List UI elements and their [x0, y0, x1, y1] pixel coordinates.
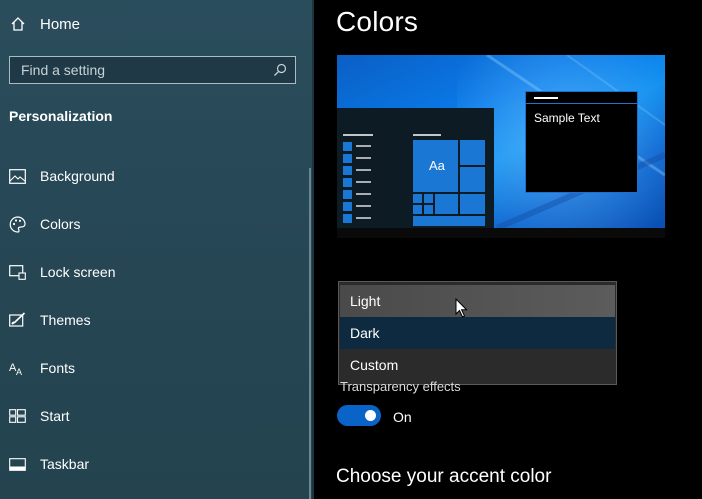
sidebar-scrollbar[interactable]: [309, 168, 311, 499]
sidebar-item-label: Colors: [40, 216, 81, 232]
sidebar-item-background[interactable]: Background: [8, 164, 115, 188]
color-preview: Aa Sample Text: [337, 55, 665, 228]
themes-icon: [8, 311, 26, 329]
transparency-label: Transparency effects: [340, 379, 461, 394]
option-custom[interactable]: Custom: [340, 349, 615, 381]
picture-icon: [8, 167, 26, 185]
sidebar-item-label: Background: [40, 168, 115, 184]
start-icon: [8, 407, 26, 425]
sidebar-item-label: Start: [40, 408, 70, 424]
sidebar-edge: [312, 0, 314, 499]
option-dark[interactable]: Dark: [340, 317, 615, 349]
preview-start-tiles: Aa: [343, 134, 485, 226]
sidebar-item-colors[interactable]: Colors: [8, 212, 80, 236]
mouse-cursor-icon: [455, 298, 468, 318]
option-light[interactable]: Light: [340, 285, 615, 317]
preview-start-menu: Aa: [337, 108, 494, 228]
accent-color-heading: Choose your accent color: [336, 466, 552, 487]
sidebar-item-lock-screen[interactable]: Lock screen: [8, 260, 115, 284]
taskbar-icon: [8, 455, 26, 473]
palette-icon: [8, 215, 26, 233]
sidebar-item-fonts[interactable]: AA Fonts: [8, 356, 76, 380]
home-icon: [11, 17, 25, 31]
section-title: Personalization: [9, 108, 113, 124]
color-mode-dropdown[interactable]: Light Dark Custom: [338, 281, 617, 385]
preview-sample-text: Sample Text: [534, 111, 600, 125]
home-label: Home: [40, 15, 81, 33]
preview-taskbar: [337, 228, 665, 238]
svg-text:A: A: [16, 367, 22, 376]
search-icon[interactable]: [273, 63, 287, 77]
sidebar: Home Personalization Background Colors L…: [0, 0, 314, 499]
sidebar-item-label: Themes: [40, 312, 91, 328]
sidebar-item-taskbar[interactable]: Taskbar: [8, 452, 89, 476]
preview-window-bar: [534, 97, 558, 99]
sidebar-item-label: Fonts: [40, 360, 76, 376]
transparency-toggle[interactable]: [337, 405, 381, 426]
page-title: Colors: [336, 6, 419, 37]
toggle-state-label: On: [393, 409, 412, 425]
sidebar-item-label: Lock screen: [40, 264, 116, 280]
preview-window-header: [526, 103, 637, 104]
lock-screen-icon: [8, 263, 26, 281]
preview-tile-label: Aa: [429, 158, 446, 173]
toggle-knob: [365, 410, 376, 421]
fonts-icon: AA: [8, 359, 26, 377]
home-nav-item[interactable]: Home: [10, 14, 80, 34]
search-input[interactable]: [21, 62, 273, 78]
search-box[interactable]: [9, 56, 296, 84]
sidebar-item-themes[interactable]: Themes: [8, 308, 91, 332]
preview-window: Sample Text: [525, 91, 638, 193]
sidebar-item-start[interactable]: Start: [8, 404, 70, 428]
sidebar-item-label: Taskbar: [40, 456, 90, 472]
